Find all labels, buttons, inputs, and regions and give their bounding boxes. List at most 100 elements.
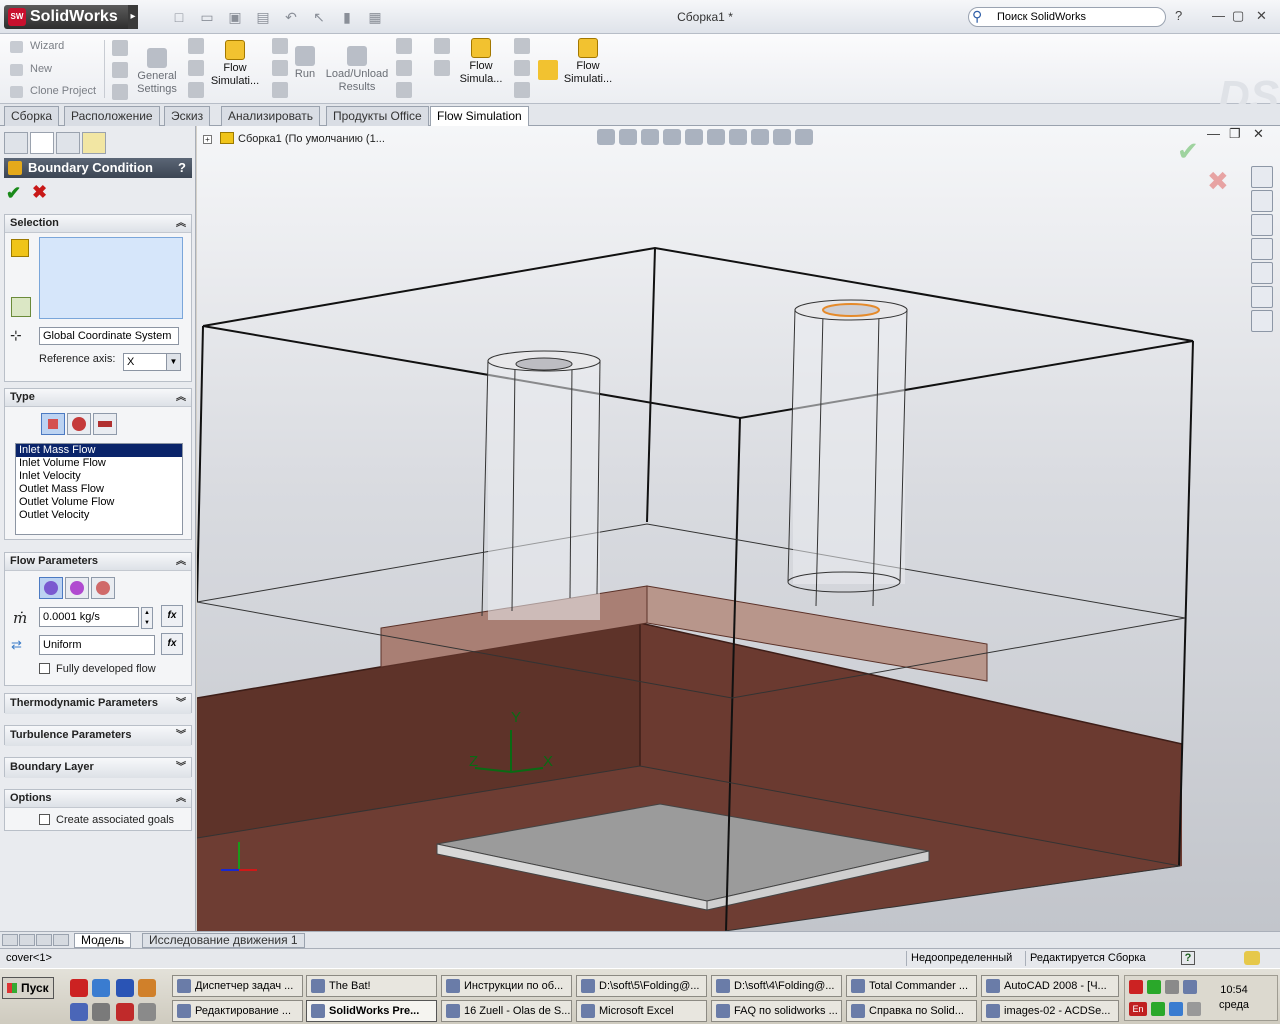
quicklaunch-app-icon[interactable]	[138, 979, 156, 997]
load-unload-results-button[interactable]: Load/Unload Results	[324, 46, 390, 94]
new-project-button[interactable]: New	[8, 63, 52, 76]
previous-view-icon[interactable]	[641, 129, 659, 145]
custom-properties-icon[interactable]	[1251, 310, 1273, 332]
taskbar-button[interactable]: Диспетчер задач ...	[172, 975, 303, 997]
boundary-type-list[interactable]: Inlet Mass Flow Inlet Volume Flow Inlet …	[15, 443, 183, 535]
appearance-icon[interactable]	[751, 129, 769, 145]
tool-icon[interactable]	[514, 38, 530, 54]
taskbar-button[interactable]: images-02 - ACDSe...	[981, 1000, 1119, 1022]
tray-icon[interactable]	[1183, 980, 1197, 994]
mesh-icon[interactable]	[272, 82, 288, 98]
menu-expand-icon[interactable]: ▸	[128, 5, 138, 29]
appearances-icon[interactable]	[1251, 286, 1273, 308]
maximize-icon[interactable]: ▢	[1232, 8, 1244, 24]
view-settings-icon[interactable]	[795, 129, 813, 145]
list-item[interactable]: Inlet Volume Flow	[16, 457, 182, 470]
create-goals-checkbox[interactable]	[39, 814, 50, 825]
quicklaunch-solidworks-icon[interactable]	[116, 1003, 134, 1021]
boundary-layer-group[interactable]: Boundary Layer ︾	[4, 757, 192, 778]
tray-icon[interactable]	[1165, 980, 1179, 994]
quicklaunch-app-icon[interactable]	[116, 979, 134, 997]
open-icon[interactable]: ▭	[196, 8, 218, 26]
tab-sketch[interactable]: Эскиз	[164, 106, 211, 126]
mass-flow-input[interactable]: 0.0001 kg/s	[39, 607, 139, 627]
feature-icon[interactable]	[188, 60, 204, 76]
property-manager-icon[interactable]	[30, 132, 54, 154]
expand-tree-icon[interactable]: +	[203, 135, 212, 144]
solidworks-logo[interactable]: SW SolidWorks	[4, 5, 138, 29]
tab-flow-simulation[interactable]: Flow Simulation	[430, 106, 529, 127]
section-view-icon[interactable]	[663, 129, 681, 145]
flow-simulation-tools-button[interactable]: Flow Simulati...	[560, 38, 616, 86]
list-item[interactable]: Inlet Mass Flow	[16, 444, 182, 457]
tab-model[interactable]: Модель	[74, 933, 132, 948]
collapse-chevron-icon[interactable]: ︽	[176, 389, 186, 406]
taskbar-button[interactable]: The Bat!	[306, 975, 437, 997]
tab-motion-study[interactable]: Исследование движения 1	[142, 933, 305, 948]
feature-icon[interactable]	[188, 38, 204, 54]
feature-tree-flyout[interactable]: + Сборка1 (По умолчанию (1...	[203, 132, 385, 145]
boundary-condition-active-icon[interactable]	[538, 60, 558, 80]
list-item[interactable]: Outlet Mass Flow	[16, 483, 182, 496]
configuration-manager-icon[interactable]	[56, 132, 80, 154]
thermodynamic-parameters-header[interactable]: Thermodynamic Parameters ︾	[5, 694, 191, 714]
quicklaunch-ie-icon[interactable]	[92, 979, 110, 997]
volume-icon[interactable]	[1187, 1002, 1201, 1016]
pipe-selected-face[interactable]	[822, 303, 880, 317]
swirl-button[interactable]	[65, 577, 89, 599]
fully-developed-checkbox[interactable]	[39, 663, 50, 674]
clone-project-button[interactable]: Clone Project	[8, 85, 96, 98]
tab-office-products[interactable]: Продукты Office	[326, 106, 429, 126]
normal-to-face-button[interactable]	[39, 577, 63, 599]
turbulence-parameters-group[interactable]: Turbulence Parameters ︾	[4, 725, 192, 746]
taskbar-button[interactable]: D:\soft\4\Folding@...	[711, 975, 842, 997]
search-results-icon[interactable]	[1251, 238, 1273, 260]
taskbar-button[interactable]: Инструкции по об...	[441, 975, 572, 997]
taskbar-button[interactable]: D:\soft\5\Folding@...	[576, 975, 707, 997]
direction-vector-button[interactable]	[91, 577, 115, 599]
reference-axis-select[interactable]: X ▼	[123, 353, 181, 371]
collapse-chevron-icon[interactable]: ︽	[176, 553, 186, 570]
hide-show-icon[interactable]	[729, 129, 747, 145]
boundary-icon[interactable]	[434, 60, 450, 76]
tool-icon[interactable]	[514, 60, 530, 76]
close-icon[interactable]: ✕	[1256, 8, 1267, 24]
confirm-corner-ok-icon[interactable]: ✔	[1177, 136, 1199, 167]
graphics-area[interactable]: Y X Z + Сборка1 (По умолчанию (1... — ❐ ✕…	[197, 126, 1280, 931]
view-orientation-icon[interactable]	[685, 129, 703, 145]
flow-openings-type-button[interactable]	[41, 413, 65, 435]
zoom-fit-icon[interactable]	[597, 129, 615, 145]
search-input[interactable]: ⚲ Поиск SolidWorks	[968, 7, 1166, 27]
undo-icon[interactable]: ↶	[280, 8, 302, 26]
options-icon[interactable]: ▦	[364, 8, 386, 26]
flow-analysis-tree-icon[interactable]	[82, 132, 106, 154]
list-item[interactable]: Inlet Velocity	[16, 470, 182, 483]
taskbar-button[interactable]: FAQ по solidworks ...	[711, 1000, 842, 1022]
plot-icon[interactable]	[396, 60, 412, 76]
taskbar-button[interactable]: 16 Zuell - Olas de S...	[441, 1000, 572, 1022]
doc-minimize-icon[interactable]: —	[1207, 126, 1220, 141]
display-style-icon[interactable]	[707, 129, 725, 145]
mesh-icon[interactable]	[272, 38, 288, 54]
feature-manager-icon[interactable]	[4, 132, 28, 154]
doc-restore-icon[interactable]: ❐	[1229, 126, 1241, 142]
flow-parameters-header[interactable]: Flow Parameters ︽	[5, 553, 191, 571]
taskbar-button[interactable]: AutoCAD 2008 - [Ч...	[981, 975, 1119, 997]
last-tab-icon[interactable]	[53, 934, 69, 946]
mass-flow-stepper[interactable]: ▲ ▼	[141, 607, 153, 629]
expand-chevron-icon[interactable]: ︾	[176, 694, 186, 713]
project-icon[interactable]	[112, 62, 128, 78]
wall-type-button[interactable]	[93, 413, 117, 435]
wizard-button[interactable]: Wizard	[8, 40, 64, 53]
prev-tab-icon[interactable]	[19, 934, 35, 946]
run-button[interactable]: Run	[290, 46, 320, 81]
collapse-chevron-icon[interactable]: ︽	[176, 215, 186, 232]
selection-header[interactable]: Selection ︽	[5, 215, 191, 233]
mass-flow-dependency-button[interactable]: fx	[161, 605, 183, 627]
select-icon[interactable]: ↖	[308, 8, 330, 26]
print-icon[interactable]: ▤	[252, 8, 274, 26]
flow-profile-field[interactable]: Uniform	[39, 635, 155, 655]
cancel-x-icon[interactable]: ✖	[32, 182, 47, 203]
tray-icon[interactable]	[1129, 980, 1143, 994]
tray-icon[interactable]	[1169, 1002, 1183, 1016]
